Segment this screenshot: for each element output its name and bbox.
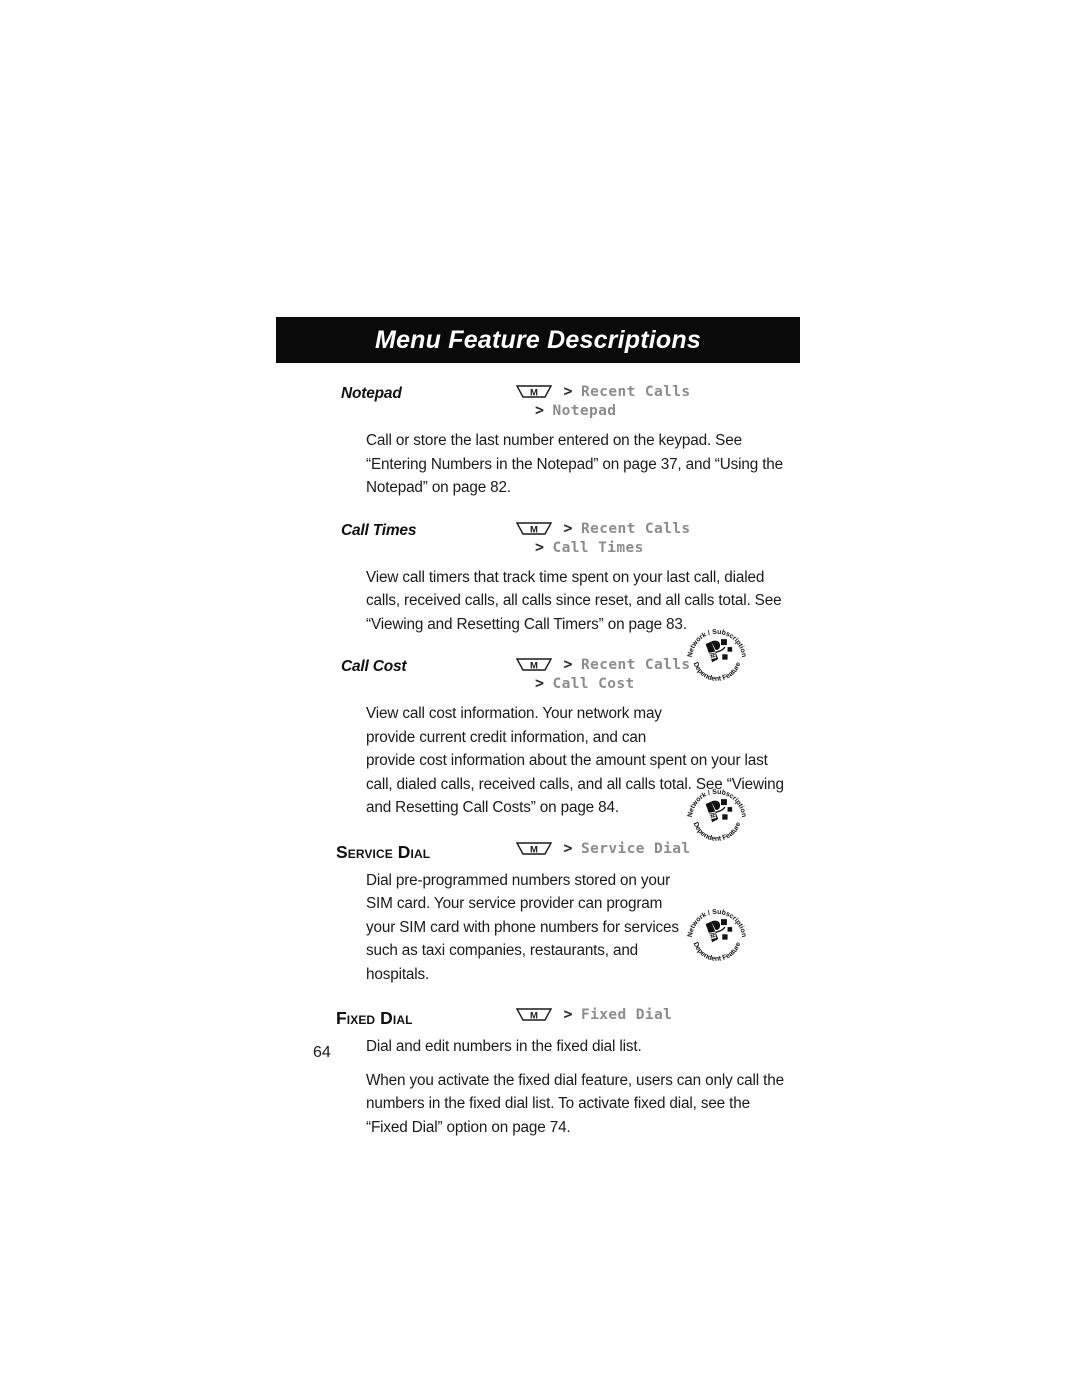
menu-path-line: M > Service Dial (516, 839, 691, 858)
menu-key-icon: M (516, 521, 552, 537)
page-number: 64 (313, 1044, 331, 1061)
network-subscription-badge: Network / Subscription Dependent Feature (684, 622, 750, 688)
menu-path-line: M > Recent Calls (516, 519, 691, 538)
feature-term: Call Cost (341, 658, 407, 675)
menu-path-line: M > Recent Calls (516, 655, 691, 674)
menu-path: M > Service Dial (516, 839, 691, 858)
menu-path-level-2: Call Cost (552, 676, 635, 692)
feature-entry-notepad: Notepad M > Recent Calls > Notepad Call … (276, 382, 800, 500)
svg-text:Dependent Feature: Dependent Feature (692, 941, 743, 962)
menu-path: M > Recent Calls > Call Times (516, 519, 691, 557)
svg-text:Dependent Feature: Dependent Feature (692, 821, 743, 842)
svg-text:M: M (530, 661, 538, 672)
entry-head: Call Times M > Recent Calls > Call Times (276, 519, 800, 566)
path-separator: > (563, 518, 573, 537)
path-separator: > (563, 655, 573, 673)
feature-description: Call or store the last number entered on… (366, 432, 784, 496)
svg-text:M: M (530, 844, 538, 855)
menu-path-line: > Call Cost (516, 674, 691, 693)
feature-description: When you activate the fixed dial feature… (366, 1071, 784, 1136)
svg-text:Dependent Feature: Dependent Feature (692, 661, 743, 682)
path-separator: > (535, 537, 545, 556)
path-separator: > (563, 382, 573, 400)
feature-entry-call-times: Call Times M > Recent Calls > Call Times… (276, 519, 800, 637)
path-separator: > (535, 674, 545, 692)
menu-path: M > Recent Calls > Notepad (516, 382, 691, 420)
svg-text:M: M (530, 388, 538, 399)
feature-description: Dial and edit numbers in the fixed dial … (366, 1038, 642, 1055)
feature-entry-fixed-dial: Fixed Dial M > Fixed Dial Dial and edit … (276, 1005, 800, 1139)
page-title: Menu Feature Descriptions (375, 325, 701, 354)
menu-path-level-1: Fixed Dial (580, 1007, 673, 1023)
path-separator: > (563, 838, 573, 857)
network-subscription-badge: Network / Subscription Dependent Feature (684, 902, 750, 968)
menu-key-icon: M (516, 657, 552, 673)
menu-path-level-1: Recent Calls (580, 384, 691, 400)
manual-page: Menu Feature Descriptions Notepad M > Re… (0, 0, 1080, 1397)
menu-path: M > Fixed Dial (516, 1005, 672, 1024)
path-separator: > (563, 1005, 573, 1023)
menu-path-line: M > Fixed Dial (516, 1005, 672, 1024)
path-separator: > (535, 401, 545, 419)
entry-head: Notepad M > Recent Calls > Notepad (276, 382, 800, 429)
menu-path-level-2: Call Times (552, 539, 644, 556)
svg-text:M: M (530, 524, 538, 535)
content-column: Notepad M > Recent Calls > Notepad Call … (276, 382, 800, 1139)
page-header-bar: Menu Feature Descriptions (276, 317, 800, 363)
menu-path-level-1: Service Dial (580, 840, 691, 857)
feature-description: View call cost information. Your network… (366, 705, 662, 746)
feature-term: Fixed Dial (336, 1008, 413, 1028)
menu-key-icon: M (516, 384, 552, 400)
feature-description: Dial pre-programmed numbers stored on yo… (366, 871, 679, 983)
menu-path-line: > Notepad (516, 401, 691, 420)
menu-key-icon: M (516, 841, 552, 857)
feature-term: Service Dial (336, 841, 431, 862)
entry-head: Fixed Dial M > Fixed Dial (276, 1005, 800, 1035)
menu-path: M > Recent Calls > Call Cost (516, 655, 691, 693)
network-subscription-badge: Network / Subscription Dependent Feature (684, 782, 750, 848)
menu-path-level-2: Notepad (552, 403, 617, 419)
menu-key-icon: M (516, 1007, 552, 1023)
svg-text:M: M (530, 1011, 538, 1022)
feature-term: Notepad (341, 385, 402, 402)
menu-path-level-1: Recent Calls (580, 657, 691, 673)
menu-path-line: M > Recent Calls (516, 382, 691, 401)
feature-term: Call Times (341, 521, 417, 539)
menu-path-level-1: Recent Calls (580, 520, 691, 537)
menu-path-line: > Call Times (516, 538, 691, 557)
